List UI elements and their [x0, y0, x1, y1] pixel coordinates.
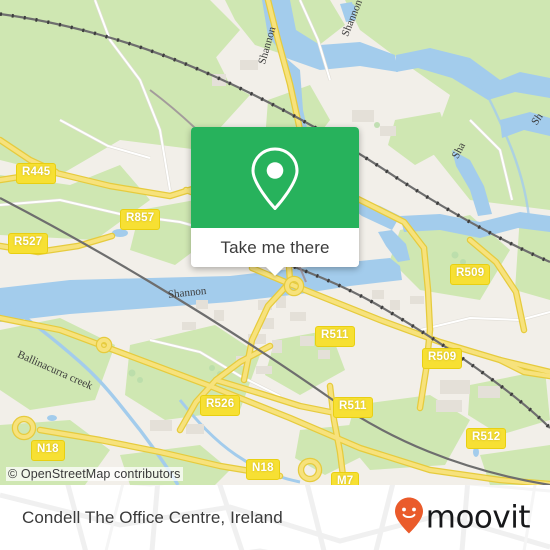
road-shield-r511-north: R511: [315, 326, 355, 347]
road-shield-r509-south: R509: [422, 348, 463, 369]
popup-pointer-tip: [265, 266, 285, 276]
place-popup-card-header: [191, 127, 359, 228]
place-title: Condell The Office Centre, Ireland: [22, 507, 283, 527]
moovit-pin-icon: [394, 496, 424, 539]
moovit-place-card-screen: Shannon Shannon Sha Sh Shannon Shan Ball…: [0, 0, 550, 550]
road-shield-m7: M7: [331, 472, 360, 485]
road-shield-r509-north: R509: [450, 264, 491, 285]
road-shield-r526: R526: [200, 395, 241, 416]
map-attribution: © OpenStreetMap contributors: [6, 467, 183, 481]
road-shield-r857: R857: [120, 209, 161, 230]
road-shield-r512: R512: [466, 428, 507, 449]
road-shield-n18-south: N18: [246, 459, 280, 480]
map-pin-icon: [249, 146, 301, 210]
take-me-there-label: Take me there: [220, 237, 330, 257]
bottom-info-bar: Condell The Office Centre, Ireland moovi…: [0, 485, 550, 550]
road-shield-n18-west: N18: [31, 440, 65, 461]
take-me-there-button[interactable]: Take me there: [191, 228, 359, 276]
place-popup-card[interactable]: Take me there: [191, 127, 359, 276]
road-shield-r527: R527: [8, 233, 49, 254]
moovit-wordmark: moovit: [425, 499, 531, 535]
road-shield-r445: R445: [16, 163, 57, 184]
road-shield-r511-south: R511: [333, 397, 373, 418]
moovit-logo: moovit: [394, 496, 531, 539]
map-canvas[interactable]: Shannon Shannon Sha Sh Shannon Shan Ball…: [0, 0, 550, 485]
